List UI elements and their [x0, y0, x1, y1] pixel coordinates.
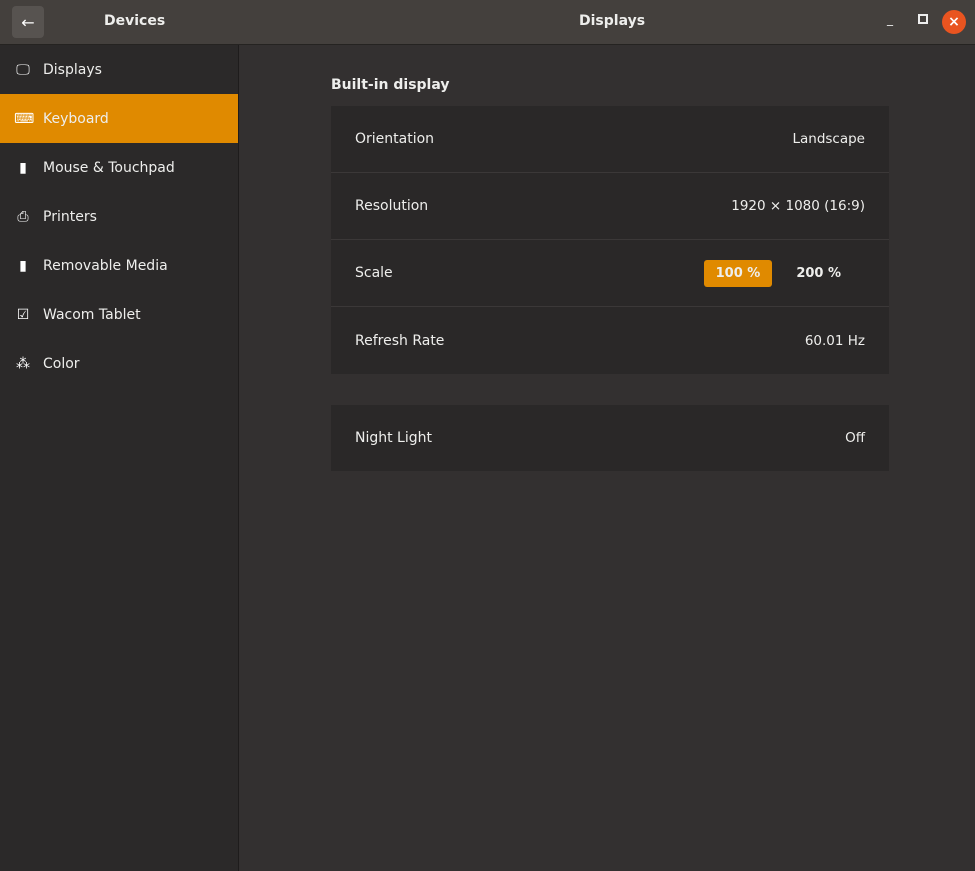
sidebar-item-keyboard[interactable]: ⌨ Keyboard	[0, 94, 238, 143]
sidebar-item-label: Displays	[43, 61, 102, 78]
header-bar: ← Devices Displays _ ×	[0, 0, 975, 45]
sidebar-item-label: Keyboard	[43, 110, 109, 127]
sidebar-item-displays[interactable]: 🖵 Displays	[0, 45, 238, 94]
orientation-label: Orientation	[355, 131, 435, 147]
refresh-rate-value: 60.01 Hz	[804, 332, 865, 349]
sidebar-item-removable-media[interactable]: ▮ Removable Media	[0, 241, 238, 290]
scale-label: Scale	[355, 265, 393, 281]
section-title: Built-in display	[331, 77, 450, 93]
display-icon: 🖵	[16, 61, 30, 78]
main-panel: Built-in display Orientation Landscape Re…	[240, 45, 975, 871]
display-settings-card: Orientation Landscape Resolution 1920 × 10…	[331, 106, 889, 374]
color-icon: ⁂	[16, 355, 30, 372]
scale-row: Scale 100 % 200 %	[331, 240, 889, 307]
resolution-label: Resolution	[355, 198, 429, 214]
sidebar-item-label: Wacom Tablet	[43, 306, 141, 323]
sidebar-item-label: Printers	[43, 208, 97, 225]
back-button[interactable]: ←	[12, 6, 44, 38]
scale-200-button[interactable]: 200 %	[784, 260, 853, 287]
page-title: Displays	[579, 13, 646, 29]
sidebar-item-label: Color	[43, 355, 80, 372]
sidebar: 🖵 Displays ⌨ Keyboard ▮ Mouse & Touchpad ⎙ Prin…	[0, 45, 239, 871]
refresh-rate-label: Refresh Rate	[355, 332, 445, 349]
arrow-left-icon: ←	[21, 12, 35, 32]
sidebar-item-label: Mouse & Touchpad	[43, 159, 175, 176]
sidebar-title: Devices	[104, 13, 166, 29]
sidebar-item-mouse-touchpad[interactable]: ▮ Mouse & Touchpad	[0, 143, 238, 192]
minimize-button[interactable]: _	[887, 12, 893, 26]
maximize-button[interactable]	[918, 14, 928, 24]
refresh-rate-row[interactable]: Refresh Rate 60.01 Hz	[331, 307, 889, 374]
sidebar-item-wacom-tablet[interactable]: ☑ Wacom Tablet	[0, 290, 238, 339]
sidebar-item-label: Removable Media	[43, 257, 168, 274]
resolution-row[interactable]: Resolution 1920 × 1080 (16:9)	[331, 173, 889, 240]
close-icon: ×	[948, 14, 960, 30]
tablet-icon: ☑	[16, 306, 30, 323]
scale-100-button[interactable]: 100 %	[703, 259, 773, 287]
sidebar-item-color[interactable]: ⁂ Color	[0, 339, 238, 388]
close-button[interactable]: ×	[942, 10, 966, 34]
night-light-value: Off	[845, 430, 865, 446]
sidebar-item-printers[interactable]: ⎙ Printers	[0, 192, 238, 241]
printer-icon: ⎙	[17, 208, 29, 225]
resolution-value: 1920 × 1080 (16:9)	[731, 198, 865, 214]
mouse-icon: ▮	[19, 159, 27, 176]
night-light-card: Night Light Off	[331, 405, 889, 471]
usb-drive-icon: ▮	[19, 257, 27, 274]
orientation-value: Landscape	[792, 131, 865, 147]
night-light-label: Night Light	[355, 430, 432, 446]
orientation-row[interactable]: Orientation Landscape	[331, 106, 889, 173]
keyboard-icon: ⌨	[14, 110, 35, 127]
night-light-row[interactable]: Night Light Off	[331, 405, 889, 471]
